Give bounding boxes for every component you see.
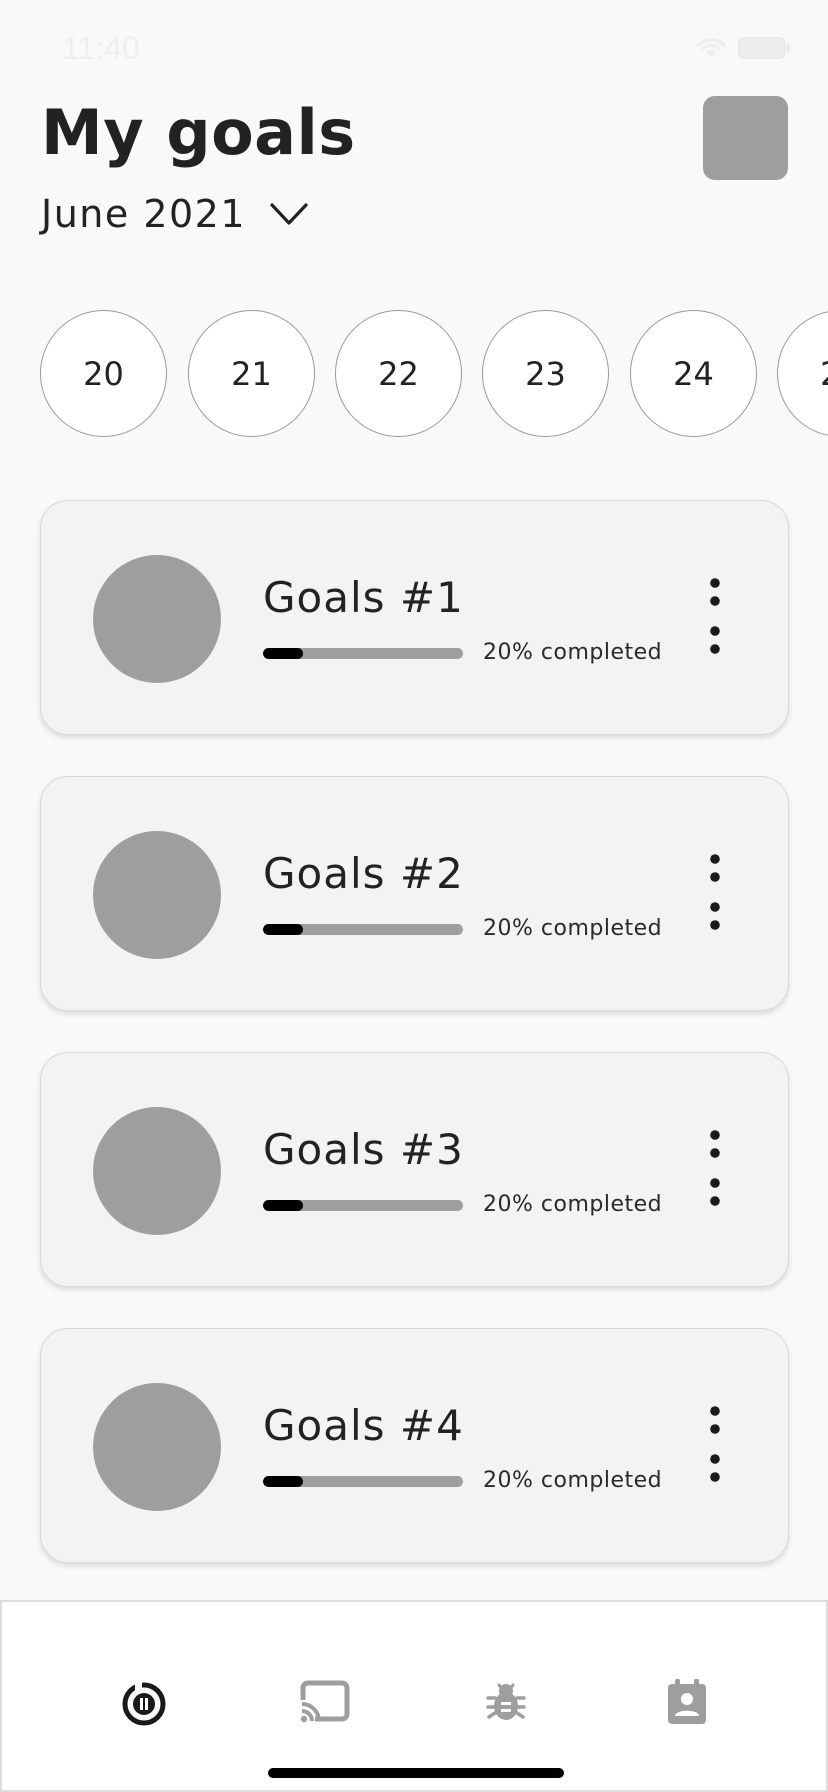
goal-image xyxy=(93,831,221,959)
chevron-down-icon xyxy=(270,203,308,225)
nav-item-goals[interactable] xyxy=(114,1672,174,1732)
status-time: 11:40 xyxy=(62,30,140,66)
goal-status: 20% completed xyxy=(483,1468,663,1493)
goal-image xyxy=(93,1383,221,1511)
goal-status: 20% completed xyxy=(483,640,663,665)
month-label: June 2021 xyxy=(41,192,247,236)
day-label: 20 xyxy=(83,354,124,393)
more-vertical-icon[interactable] xyxy=(697,849,733,941)
status-bar: 11:40 xyxy=(0,0,828,100)
more-vertical-icon[interactable] xyxy=(697,573,733,665)
day-item[interactable]: 24 xyxy=(630,310,757,437)
goal-title: Goals #1 xyxy=(263,573,464,622)
day-strip[interactable]: 20 21 22 23 24 25 xyxy=(0,310,828,438)
day-item[interactable]: 21 xyxy=(188,310,315,437)
goal-card[interactable]: Goals #2 20% completed xyxy=(40,776,789,1011)
day-label: 22 xyxy=(378,354,419,393)
wifi-icon xyxy=(696,38,726,58)
home-indicator xyxy=(268,1768,564,1778)
profile-avatar[interactable] xyxy=(703,96,788,180)
day-label: 25 xyxy=(820,355,828,393)
goal-card[interactable]: Goals #1 20% completed xyxy=(40,500,789,735)
goal-progress-bar xyxy=(263,1200,463,1211)
nav-item-contact[interactable] xyxy=(657,1672,717,1732)
day-label: 21 xyxy=(231,354,272,393)
page-title: My goals xyxy=(41,96,356,169)
nav-item-bug[interactable] xyxy=(476,1672,536,1732)
goal-progress-fill xyxy=(263,648,303,659)
day-item[interactable]: 23 xyxy=(482,310,609,437)
bottom-nav xyxy=(0,1600,828,1792)
goal-progress-fill xyxy=(263,924,303,935)
goal-card[interactable]: Goals #4 20% completed xyxy=(40,1328,789,1563)
nav-item-cast[interactable] xyxy=(295,1672,355,1732)
goal-progress-fill xyxy=(263,1476,303,1487)
goal-progress-bar xyxy=(263,648,463,659)
goals-icon xyxy=(122,1680,166,1726)
day-item[interactable]: 20 xyxy=(40,310,167,437)
month-selector[interactable]: June 2021 xyxy=(41,192,308,236)
goal-progress-bar xyxy=(263,924,463,935)
contact-icon xyxy=(668,1679,706,1724)
goal-image xyxy=(93,555,221,683)
goal-image xyxy=(93,1107,221,1235)
goal-title: Goals #3 xyxy=(263,1125,464,1174)
bug-icon xyxy=(486,1683,526,1720)
status-icons xyxy=(694,36,792,60)
day-item[interactable]: 22 xyxy=(335,310,462,437)
more-vertical-icon[interactable] xyxy=(697,1401,733,1493)
goal-title: Goals #2 xyxy=(263,849,464,898)
day-label: 24 xyxy=(673,354,714,393)
goal-progress-bar xyxy=(263,1476,463,1487)
goal-status: 20% completed xyxy=(483,1192,663,1217)
day-label: 23 xyxy=(525,354,566,393)
goal-card[interactable]: Goals #3 20% completed xyxy=(40,1052,789,1287)
battery-icon xyxy=(738,37,790,59)
day-item[interactable]: 25 xyxy=(777,310,828,437)
cast-icon xyxy=(299,1680,350,1724)
more-vertical-icon[interactable] xyxy=(697,1125,733,1217)
goal-status: 20% completed xyxy=(483,916,663,941)
goal-progress-fill xyxy=(263,1200,303,1211)
goal-title: Goals #4 xyxy=(263,1401,464,1450)
